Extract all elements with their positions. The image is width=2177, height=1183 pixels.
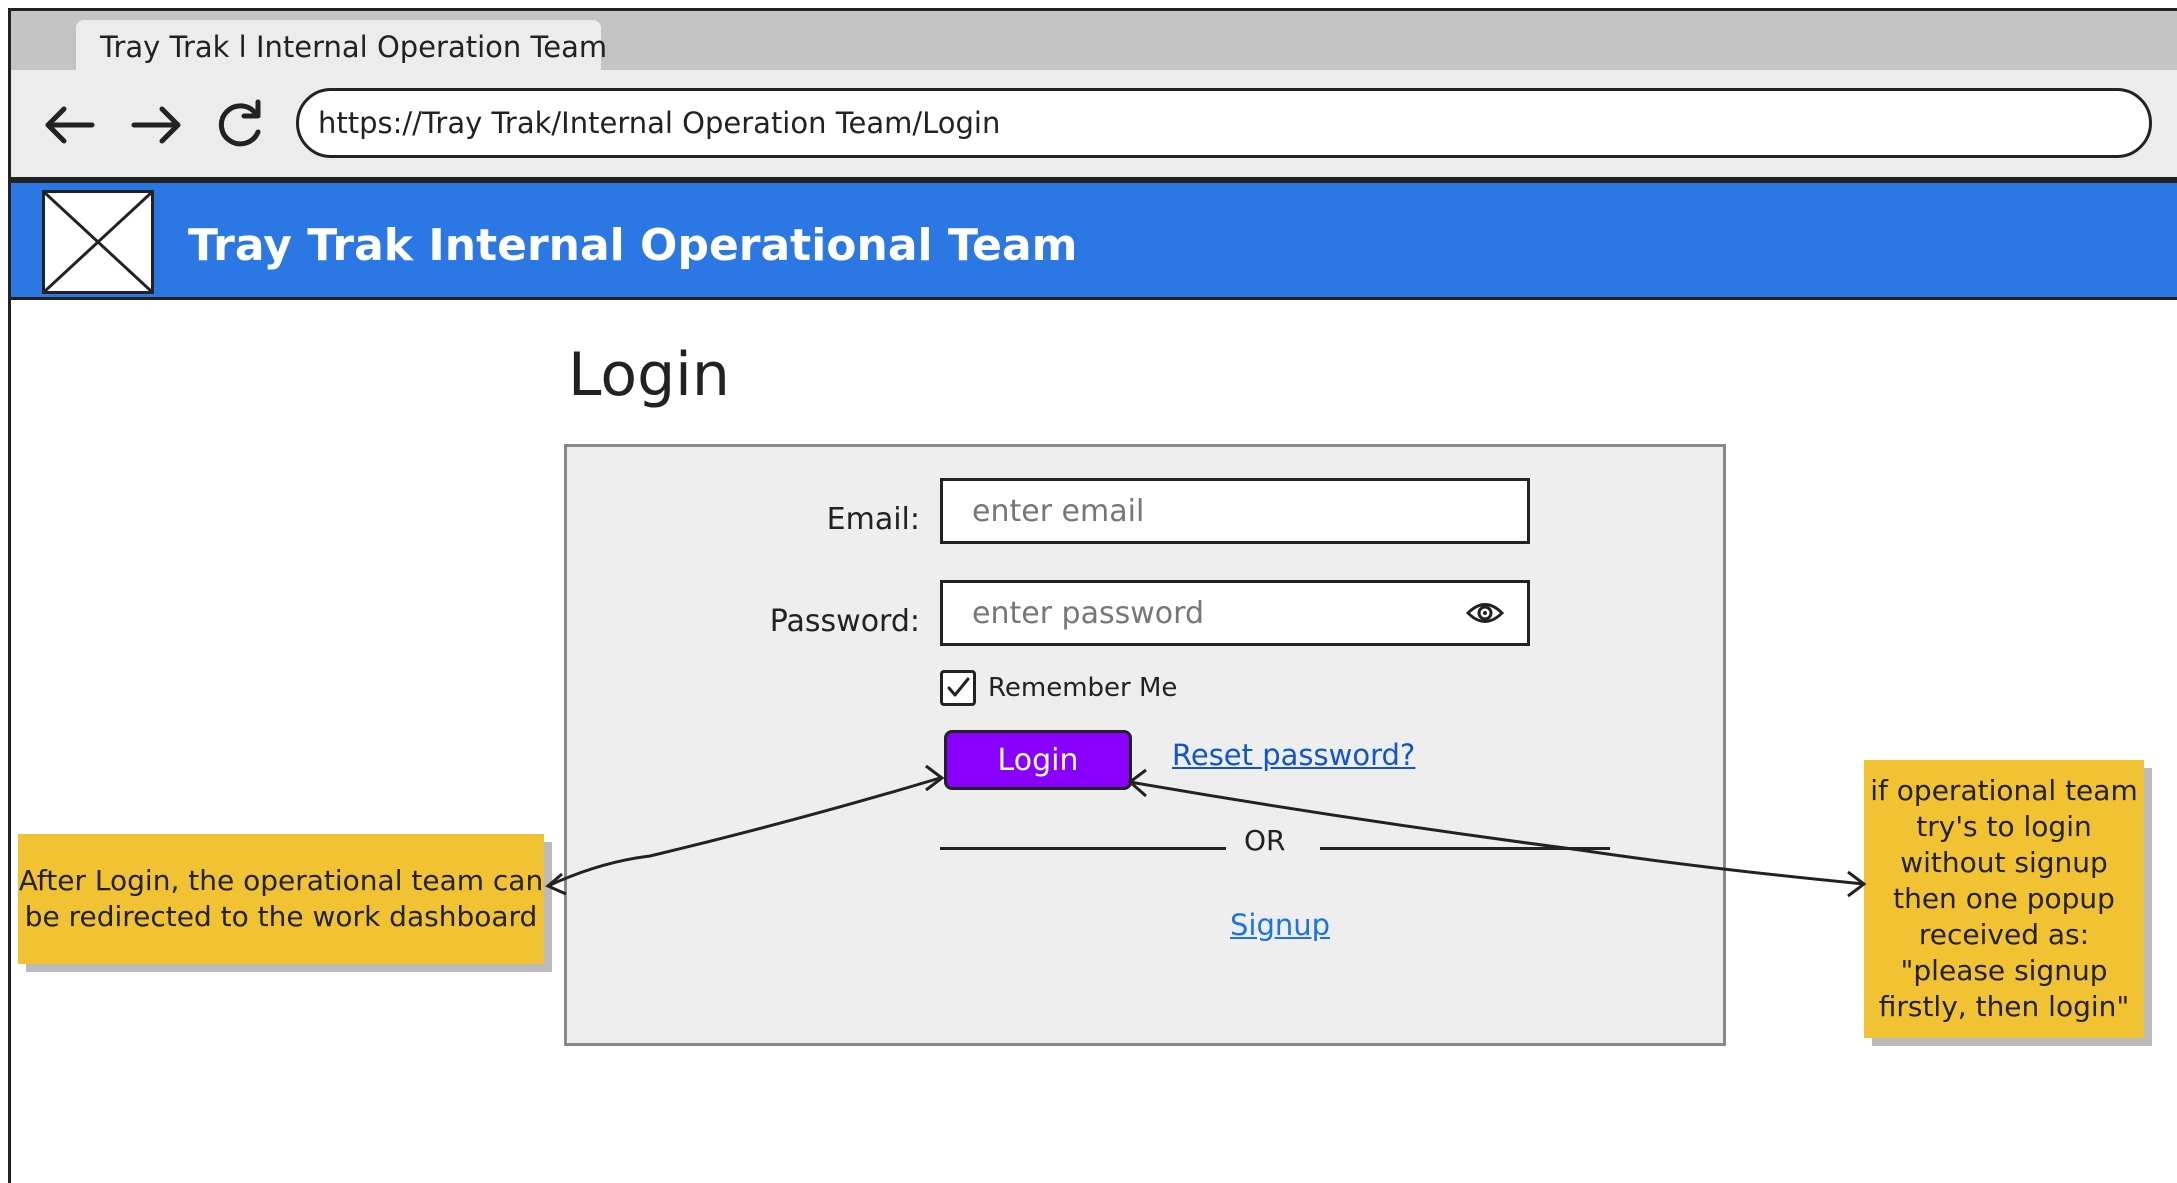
browser-frame — [8, 8, 2177, 1183]
